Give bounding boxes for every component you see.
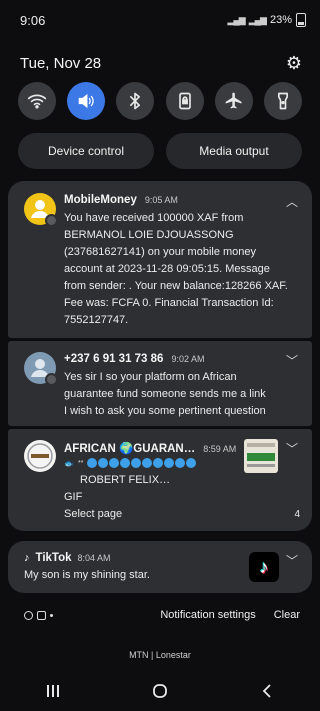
navigation-bar xyxy=(0,676,320,706)
app-icons-row xyxy=(24,610,53,620)
rotation-lock-toggle[interactable] xyxy=(165,82,204,120)
body-line: 7552127747. xyxy=(64,314,129,326)
body-line: from sender: . Your new balance:128266 X… xyxy=(64,280,288,292)
info-icons xyxy=(87,458,197,468)
chevron-up-icon[interactable]: ︿ xyxy=(284,193,300,209)
notification-body: You have received 100000 XAF from BERMAN… xyxy=(64,210,296,329)
bluetooth-toggle[interactable] xyxy=(116,82,155,120)
status-bar: 9:06 ▂▄▆ ▂▄▆ 23% xyxy=(0,0,320,40)
group-line-1: ROBERT FELIX… xyxy=(80,474,171,486)
notification-group-title: AFRICAN 🌍GUARAN… xyxy=(64,443,196,455)
tiktok-small-icon: ♪ xyxy=(24,552,30,564)
signal-icon: ▂▄▆ xyxy=(227,14,246,25)
notification-time: 8:04 AM xyxy=(77,553,111,563)
flashlight-toggle[interactable] xyxy=(263,82,302,120)
notification-time: 9:02 AM xyxy=(171,354,205,364)
notification-count: 4 xyxy=(294,509,300,520)
battery-percent: 23% xyxy=(269,14,292,26)
notification-header: MobileMoney 9:05 AM xyxy=(64,194,178,206)
notification-sender: +237 6 91 31 73 86 xyxy=(64,353,164,365)
body-line: I wish to ask you some pertinent questio… xyxy=(64,405,266,417)
notification-body: Yes sir I so your platform on African gu… xyxy=(64,369,296,420)
wifi-toggle[interactable] xyxy=(18,82,56,120)
thumbnail-image xyxy=(244,439,278,473)
battery-icon xyxy=(296,13,306,27)
airplane-icon xyxy=(225,92,242,109)
tiktok-app-icon: ♪ xyxy=(249,552,279,582)
facebook-icon xyxy=(24,610,33,620)
home-icon[interactable] xyxy=(152,683,168,699)
notification-header: ♪ TikTok 8:04 AM xyxy=(24,552,111,564)
body-line: account at 2023-11-28 09:05:15. Message xyxy=(64,263,270,275)
notification-time: 8:59 AM xyxy=(203,444,237,454)
back-icon[interactable] xyxy=(259,683,275,699)
contact-avatar xyxy=(24,352,58,386)
date-row: Tue, Nov 28 ⚙ xyxy=(20,52,302,74)
chevron-down-icon[interactable]: ﹀ xyxy=(284,552,300,568)
notification-header: +237 6 91 31 73 86 9:02 AM xyxy=(64,353,204,365)
reaction-row: 🐟 ** xyxy=(64,458,197,468)
media-output-button[interactable]: Media output xyxy=(166,133,302,169)
sound-icon xyxy=(78,93,94,109)
notification-group[interactable]: AFRICAN 🌍GUARAN… 8:59 AM ﹀ 🐟 ** ROBERT F… xyxy=(8,429,312,531)
notification-time: 9:05 AM xyxy=(144,195,178,205)
group-line-2: GIF xyxy=(64,491,83,503)
status-icons: ▂▄▆ ▂▄▆ 23% xyxy=(227,13,306,27)
notification-app-name: TikTok xyxy=(35,552,72,564)
mobilemoney-app-icon xyxy=(24,193,58,227)
notification-tiktok[interactable]: ♪ TikTok 8:04 AM My son is my shining st… xyxy=(8,541,312,593)
youtube-icon xyxy=(37,610,46,620)
body-line: BERMANOL LOIE DJOUASSONG xyxy=(64,229,234,241)
flashlight-icon xyxy=(277,92,288,110)
fish-icon: 🐟 xyxy=(64,458,74,468)
rotation-lock-icon xyxy=(178,92,191,110)
dot-icon xyxy=(50,613,53,617)
gear-icon[interactable]: ⚙ xyxy=(286,53,302,74)
airplane-toggle[interactable] xyxy=(214,82,253,120)
message-badge-icon xyxy=(45,214,58,227)
select-page-action[interactable]: Select page xyxy=(64,508,122,520)
body-line: guarantee fund someone sends me a link xyxy=(64,388,266,400)
group-logo-icon xyxy=(27,443,53,469)
notification-header: AFRICAN 🌍GUARAN… 8:59 AM xyxy=(64,441,236,455)
footer-links: Notification settings Clear xyxy=(160,609,300,621)
body-line: Yes sir I so your platform on African xyxy=(64,371,237,383)
clear-button[interactable]: Clear xyxy=(274,609,300,621)
chevron-down-icon[interactable]: ﹀ xyxy=(284,440,300,456)
body-line: Fee was: FCFA 0. Financial Transaction I… xyxy=(64,297,274,309)
pill-row: Device control Media output xyxy=(18,133,302,169)
notification-app-name: MobileMoney xyxy=(64,194,137,206)
notification-body: My son is my shining star. xyxy=(24,569,150,581)
asterisk-icon: ** xyxy=(77,459,84,467)
wifi-icon xyxy=(27,94,47,109)
quick-toggles xyxy=(18,82,302,122)
signal-icon-2: ▂▄▆ xyxy=(248,14,267,25)
carrier-label: MTN | Lonestar xyxy=(129,650,191,660)
sound-toggle[interactable] xyxy=(67,82,106,120)
notification-settings-button[interactable]: Notification settings xyxy=(160,609,255,621)
status-time: 9:06 xyxy=(20,12,46,28)
notification-sms[interactable]: +237 6 91 31 73 86 9:02 AM ﹀ Yes sir I s… xyxy=(8,341,312,426)
chevron-down-icon[interactable]: ﹀ xyxy=(284,352,300,368)
group-avatar xyxy=(24,440,56,472)
bluetooth-icon xyxy=(130,92,141,110)
message-badge-icon xyxy=(45,373,58,386)
device-control-button[interactable]: Device control xyxy=(18,133,154,169)
body-line: (237681627141) on your mobile money xyxy=(64,246,257,258)
notification-mobilemoney[interactable]: MobileMoney 9:05 AM ︿ You have received … xyxy=(8,181,312,338)
recent-apps-icon[interactable] xyxy=(45,683,61,699)
body-line: You have received 100000 XAF from xyxy=(64,212,244,224)
notification-footer: Notification settings Clear xyxy=(8,604,312,626)
date: Tue, Nov 28 xyxy=(20,54,102,72)
